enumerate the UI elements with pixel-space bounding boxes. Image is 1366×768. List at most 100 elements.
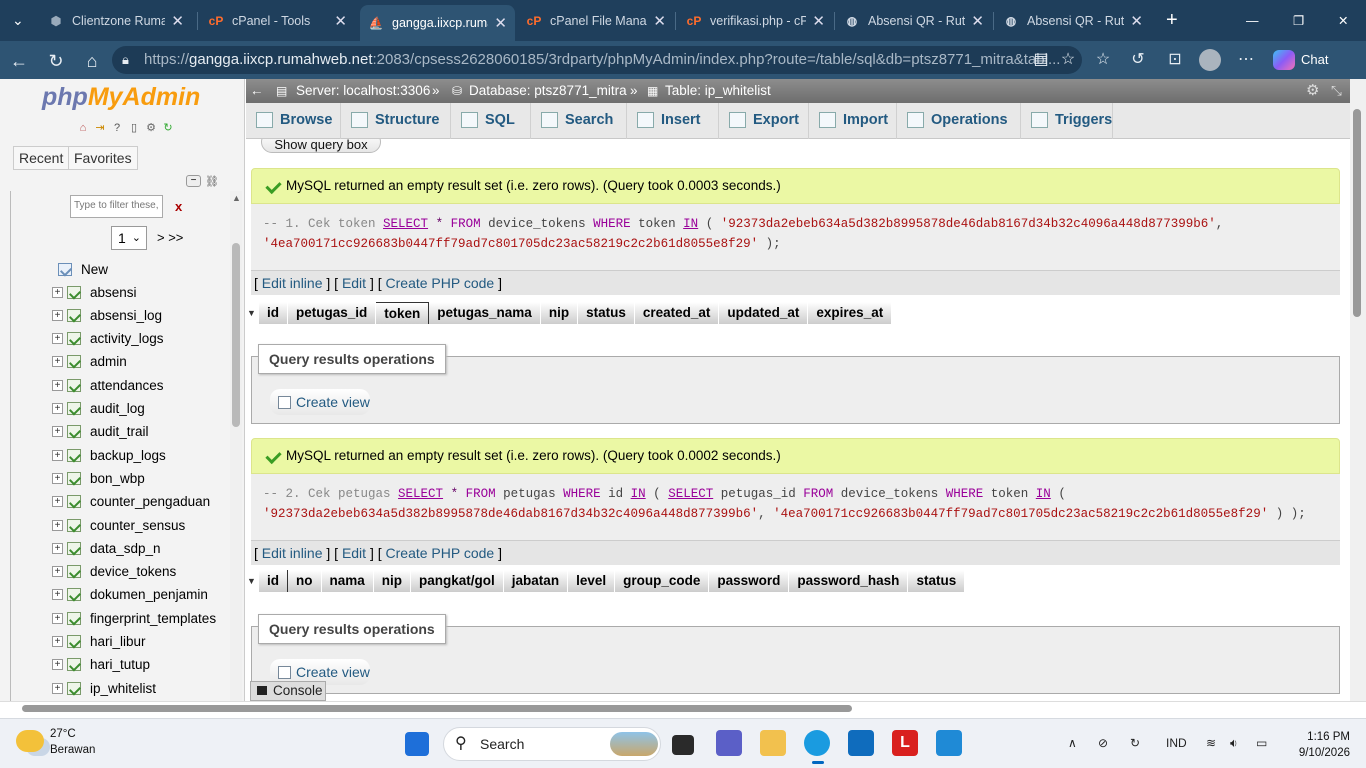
language-indicator[interactable]: IND bbox=[1166, 736, 1187, 750]
console-toggle[interactable]: Console bbox=[250, 681, 326, 701]
collapse-icon[interactable]: ⤡ bbox=[1331, 79, 1342, 103]
sidebar-table-item[interactable]: + device_tokens bbox=[52, 562, 176, 582]
browser-tab[interactable]: cP cPanel - Tools ✕ bbox=[200, 6, 355, 35]
teams-icon[interactable] bbox=[716, 730, 742, 756]
close-tab-icon[interactable]: ✕ bbox=[334, 12, 347, 30]
close-tab-icon[interactable]: ✕ bbox=[653, 12, 666, 30]
expand-icon[interactable]: + bbox=[52, 612, 63, 624]
column-header[interactable]: no bbox=[288, 570, 322, 592]
close-tab-icon[interactable]: ✕ bbox=[971, 12, 984, 30]
task-view-icon[interactable] bbox=[672, 735, 694, 755]
sidebar-table-item[interactable]: + hari_tutup bbox=[52, 655, 150, 675]
volume-icon[interactable]: 🔉︎ bbox=[1230, 736, 1238, 751]
column-header[interactable]: petugas_nama bbox=[429, 302, 541, 324]
close-window-button[interactable]: ✕ bbox=[1330, 6, 1354, 35]
tab-sql[interactable]: SQL bbox=[451, 103, 531, 139]
copilot-chat-button[interactable]: Chat bbox=[1265, 47, 1345, 73]
expand-icon[interactable]: + bbox=[52, 566, 63, 578]
create-php-code-link[interactable]: Create PHP code bbox=[386, 545, 495, 561]
logout-icon[interactable]: ⇥ bbox=[93, 121, 107, 135]
browser-tab[interactable]: ◍ Absensi QR - Rutan ✕ bbox=[995, 6, 1151, 35]
column-header[interactable]: group_code bbox=[615, 570, 710, 592]
tab-structure[interactable]: Structure bbox=[341, 103, 451, 139]
refresh-icon[interactable]: ↻ bbox=[45, 50, 67, 72]
arrow-left-icon[interactable]: ← bbox=[250, 79, 264, 103]
column-header[interactable]: status bbox=[578, 302, 635, 324]
column-header[interactable]: created_at bbox=[634, 302, 720, 324]
sidebar-table-item[interactable]: + fingerprint_templates bbox=[52, 608, 216, 628]
sidebar-table-item[interactable]: + data_sdp_n bbox=[52, 538, 161, 558]
battery-icon[interactable]: ▭ bbox=[1256, 736, 1267, 750]
clock[interactable]: 1:16 PM 9/10/2026 bbox=[1286, 729, 1350, 761]
column-header[interactable]: pangkat/gol bbox=[411, 570, 504, 592]
table-filter-input[interactable]: Type to filter these, E bbox=[70, 195, 163, 218]
sidebar-table-item[interactable]: + ip_whitelist bbox=[52, 678, 156, 698]
collapse-all-icon[interactable]: − bbox=[186, 175, 201, 187]
expand-icon[interactable]: + bbox=[52, 519, 63, 531]
settings-icon[interactable]: ⚙ bbox=[144, 121, 158, 135]
recent-tab[interactable]: Recent bbox=[13, 146, 70, 170]
expand-icon[interactable]: + bbox=[52, 542, 63, 554]
sidebar-table-item[interactable]: + activity_logs bbox=[52, 329, 164, 349]
vscode-icon[interactable] bbox=[936, 730, 962, 756]
weather-widget[interactable]: 27°C Berawan bbox=[16, 726, 95, 758]
tab-insert[interactable]: Insert bbox=[627, 103, 719, 139]
column-header[interactable]: expires_at bbox=[808, 302, 893, 324]
expand-icon[interactable]: + bbox=[52, 589, 63, 601]
column-header[interactable]: nip bbox=[540, 302, 579, 324]
reader-view-icon[interactable]: ▤ bbox=[1030, 49, 1052, 71]
favorites-icon[interactable]: ☆ bbox=[1092, 49, 1114, 71]
expand-icon[interactable]: + bbox=[52, 403, 63, 414]
column-header[interactable]: status bbox=[908, 570, 966, 592]
expand-icon[interactable]: + bbox=[52, 379, 63, 391]
column-header[interactable]: id bbox=[259, 570, 288, 592]
column-header[interactable]: nama bbox=[321, 570, 374, 592]
sidebar-table-item[interactable]: + admin bbox=[52, 352, 127, 372]
tab-browse[interactable]: Browse bbox=[246, 103, 341, 139]
sort-arrow-icon[interactable]: ▼ bbox=[247, 570, 256, 592]
browser-tab-active[interactable]: ⛵ gangga.iixcp.rumahweb.net ✕ bbox=[360, 5, 515, 41]
sidebar-table-item[interactable]: + audit_log bbox=[52, 399, 145, 419]
taskbar-search[interactable]: ⚲ Search bbox=[443, 727, 661, 761]
expand-icon[interactable]: + bbox=[52, 426, 63, 438]
create-view-button[interactable]: Create view bbox=[270, 389, 370, 415]
edit-link[interactable]: Edit bbox=[342, 275, 366, 291]
sidebar-table-item[interactable]: + absensi_log bbox=[52, 305, 162, 325]
tab-actions-button[interactable]: ⌄ bbox=[6, 6, 34, 35]
link-icon[interactable]: ⛓ bbox=[205, 175, 219, 188]
reload-icon[interactable]: ↻ bbox=[161, 121, 175, 135]
column-header[interactable]: jabatan bbox=[503, 570, 569, 592]
expand-icon[interactable]: + bbox=[52, 496, 63, 508]
sync-icon[interactable]: ↻ bbox=[1130, 736, 1140, 750]
minimize-button[interactable]: — bbox=[1238, 6, 1262, 35]
tab-export[interactable]: Export bbox=[719, 103, 809, 139]
column-header[interactable]: petugas_id bbox=[288, 302, 377, 324]
horizontal-scroll-thumb[interactable] bbox=[22, 705, 852, 712]
page-scroll-thumb[interactable] bbox=[1353, 109, 1361, 317]
sidebar-table-item[interactable]: + backup_logs bbox=[52, 445, 166, 465]
favorite-star-icon[interactable]: ☆ bbox=[1057, 49, 1079, 71]
sidebar-table-item[interactable]: + attendances bbox=[52, 375, 164, 395]
column-header[interactable]: password bbox=[709, 570, 790, 592]
edit-inline-link[interactable]: Edit inline bbox=[262, 545, 323, 561]
browser-tab[interactable]: ◍ Absensi QR - Rutan ✕ bbox=[836, 6, 992, 35]
network-off-icon[interactable]: ⊘ bbox=[1098, 736, 1108, 750]
column-header[interactable]: password_hash bbox=[789, 570, 909, 592]
sort-arrow-icon[interactable]: ▼ bbox=[247, 302, 256, 324]
column-header[interactable]: updated_at bbox=[719, 302, 809, 324]
home-icon[interactable]: ⌂ bbox=[81, 50, 103, 72]
expand-icon[interactable]: + bbox=[52, 356, 63, 368]
history-icon[interactable]: ↺ bbox=[1127, 49, 1149, 71]
show-hidden-icons[interactable]: ∧ bbox=[1068, 736, 1077, 750]
docs-icon[interactable]: ? bbox=[110, 121, 124, 135]
outlook-icon[interactable] bbox=[848, 730, 874, 756]
new-tab-button[interactable]: + bbox=[1158, 6, 1184, 35]
expand-icon[interactable]: + bbox=[52, 309, 63, 321]
phpmyadmin-logo[interactable]: phpMyAdmin bbox=[42, 83, 200, 112]
edge-icon[interactable] bbox=[804, 730, 830, 756]
app-l-icon[interactable]: L bbox=[892, 730, 918, 756]
sidebar-table-item[interactable]: + bon_wbp bbox=[52, 468, 145, 488]
tree-item-new[interactable]: New bbox=[58, 259, 108, 279]
expand-icon[interactable]: + bbox=[52, 636, 63, 647]
expand-icon[interactable]: + bbox=[52, 472, 63, 484]
